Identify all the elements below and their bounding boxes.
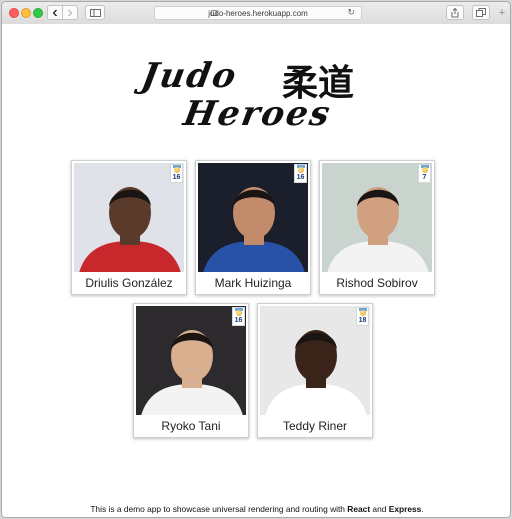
- athlete-card[interactable]: 7 Rishod Sobirov: [319, 160, 435, 295]
- medal-badge: 16: [294, 164, 307, 183]
- athlete-photo: [74, 163, 184, 277]
- share-icon: [451, 7, 459, 17]
- navigation-buttons: ‹ ›: [47, 3, 79, 21]
- athlete-portrait: [202, 187, 306, 277]
- footer-react: React: [347, 504, 371, 514]
- close-window-button[interactable]: [9, 8, 19, 18]
- tabs-button[interactable]: [472, 5, 490, 20]
- url-text: judo-heroes.herokuapp.com: [208, 9, 308, 18]
- athlete-portrait: [140, 330, 244, 420]
- address-bar[interactable]: judo-heroes.herokuapp.com ↻: [154, 6, 362, 20]
- athlete-card[interactable]: 16 Mark Huizinga: [195, 160, 311, 295]
- medal-badge: 18: [356, 307, 369, 326]
- athlete-portrait: [264, 330, 368, 420]
- medal-icon: [360, 310, 366, 316]
- athlete-portrait: [326, 187, 430, 277]
- medal-count: 18: [358, 317, 367, 324]
- medal-count: 16: [296, 174, 305, 181]
- medal-count: 16: [234, 317, 243, 324]
- judo-heroes-logo[interactable]: Judo 柔道 Heroes: [138, 42, 372, 134]
- share-button[interactable]: [446, 5, 464, 20]
- forward-icon: ›: [67, 3, 73, 21]
- medal-icon: [422, 167, 428, 173]
- zoom-window-button[interactable]: [33, 8, 43, 18]
- logo-line-1: Judo: [138, 56, 241, 96]
- footer-and: and: [370, 504, 389, 514]
- footer-prefix: This is a demo app to showcase universal…: [90, 504, 348, 514]
- athlete-card[interactable]: 16 Ryoko Tani: [133, 303, 249, 438]
- athlete-name: Mark Huizinga: [196, 272, 310, 294]
- tabs-icon: [476, 8, 486, 17]
- athlete-name: Teddy Riner: [258, 415, 372, 437]
- back-icon: ‹: [52, 3, 58, 21]
- medal-icon: [298, 167, 304, 173]
- sidebar-button[interactable]: [85, 5, 105, 20]
- browser-window: ‹ › judo-heroes.herokuapp.com ↻ + Judo 柔…: [1, 1, 511, 518]
- athlete-photo: [260, 306, 370, 420]
- minimize-window-button[interactable]: [21, 8, 31, 18]
- new-tab-icon[interactable]: +: [496, 7, 508, 19]
- medal-count: 7: [422, 174, 427, 181]
- athlete-name: Ryoko Tani: [134, 415, 248, 437]
- footer-suffix: .: [421, 504, 424, 514]
- reload-icon[interactable]: ↻: [347, 7, 355, 18]
- sidebar-icon: [89, 8, 101, 17]
- athlete-photo: [136, 306, 246, 420]
- logo-line-2: Heroes: [180, 94, 335, 134]
- medal-icon: [236, 310, 242, 316]
- medal-badge: 7: [418, 164, 431, 183]
- athlete-name: Rishod Sobirov: [320, 272, 434, 294]
- athlete-photo: [322, 163, 432, 277]
- footer-express: Express: [388, 504, 422, 514]
- medal-icon: [174, 167, 180, 173]
- athlete-portrait: [78, 187, 182, 277]
- medal-badge: 16: [170, 164, 183, 183]
- athlete-card[interactable]: 16 Driulis González: [71, 160, 187, 295]
- athlete-card[interactable]: 18 Teddy Riner: [257, 303, 373, 438]
- footer-text: This is a demo app to showcase universal…: [2, 504, 510, 514]
- medal-badge: 16: [232, 307, 245, 326]
- medal-count: 16: [172, 174, 181, 181]
- forward-button[interactable]: ›: [62, 3, 78, 21]
- athlete-photo: [198, 163, 308, 277]
- athlete-name: Driulis González: [72, 272, 186, 294]
- page-content: Judo 柔道 Heroes 16 Driulis González 16 Ma…: [2, 24, 510, 517]
- back-button[interactable]: ‹: [47, 3, 63, 21]
- browser-toolbar: ‹ › judo-heroes.herokuapp.com ↻ +: [2, 2, 510, 25]
